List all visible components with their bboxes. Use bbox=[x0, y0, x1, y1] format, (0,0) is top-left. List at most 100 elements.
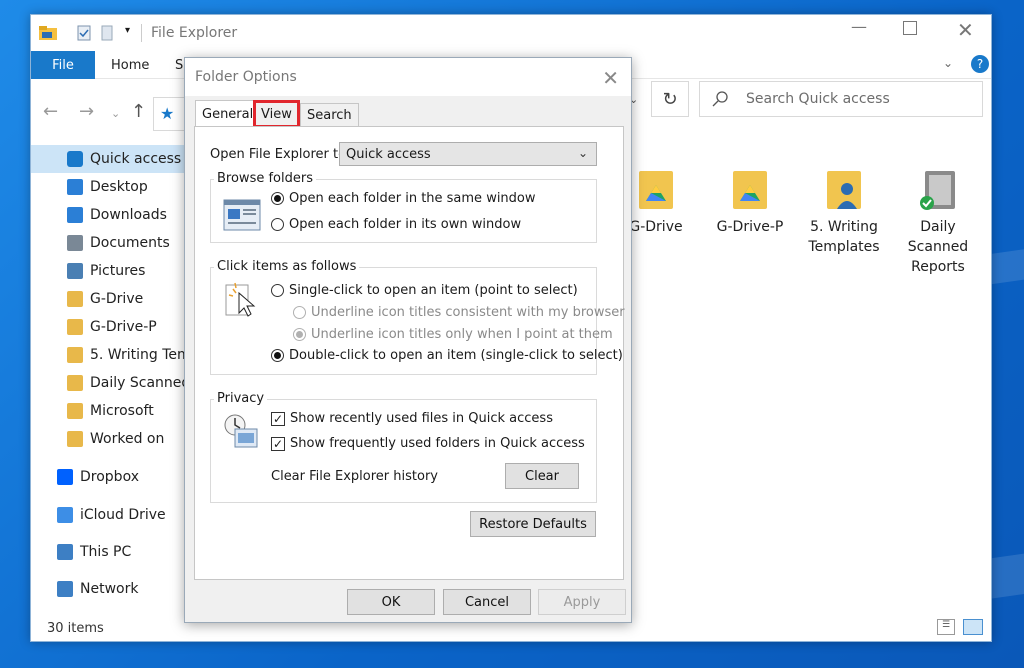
computer-icon bbox=[57, 544, 73, 560]
customize-toolbar-icon[interactable]: ▾ bbox=[125, 25, 130, 36]
sidebar-item-network[interactable]: Network bbox=[31, 575, 186, 603]
sidebar-item-worked-on[interactable]: Worked on bbox=[31, 425, 186, 453]
radio-double-click[interactable]: Double-click to open an item (single-cli… bbox=[271, 348, 623, 363]
browse-folders-label: Browse folders bbox=[214, 171, 316, 186]
sidebar-item-dropbox[interactable]: Dropbox bbox=[31, 463, 186, 491]
large-icons-view-icon[interactable] bbox=[963, 619, 983, 635]
radio-underline-point[interactable]: Underline icon titles only when I point … bbox=[293, 327, 613, 342]
search-box[interactable]: Search Quick access bbox=[699, 81, 983, 117]
desktop-icon bbox=[67, 179, 83, 195]
forward-arrow-icon[interactable]: → bbox=[79, 101, 94, 122]
sidebar-item-label: Downloads bbox=[90, 207, 167, 223]
content-item-writing-templates[interactable]: 5. Writing Templates bbox=[799, 167, 889, 257]
picture-icon bbox=[67, 263, 83, 279]
tab-general[interactable]: General bbox=[195, 100, 261, 127]
folder-icon bbox=[67, 431, 83, 447]
radio-label: Open each folder in its own window bbox=[289, 217, 522, 232]
sidebar-item-documents[interactable]: Documents bbox=[31, 229, 186, 257]
up-arrow-icon[interactable]: ↑ bbox=[131, 101, 146, 122]
synced-folder-icon bbox=[67, 375, 83, 391]
title-bar: ▾ File Explorer — ✕ bbox=[31, 15, 991, 51]
content-item-label: Daily Scanned Reports bbox=[907, 219, 969, 275]
sidebar-item-daily-scanned-r[interactable]: Daily Scanned R bbox=[31, 369, 186, 397]
sidebar-item-desktop[interactable]: Desktop bbox=[31, 173, 186, 201]
user-folder-icon bbox=[67, 347, 83, 363]
window-icon bbox=[223, 199, 261, 231]
folder-options-dialog: Folder Options ✕ General View Search Ope… bbox=[184, 57, 632, 623]
details-view-icon[interactable]: ☰ bbox=[937, 619, 955, 635]
tab-home[interactable]: Home bbox=[111, 51, 149, 79]
open-explorer-dropdown[interactable]: Quick access ⌄ bbox=[339, 142, 597, 166]
radio-label: Double-click to open an item (single-cli… bbox=[289, 348, 623, 363]
content-item-label: 5. Writing Templates bbox=[808, 219, 880, 255]
radio-label: Underline icon titles consistent with my… bbox=[311, 305, 625, 320]
radio-label: Single-click to open an item (point to s… bbox=[289, 283, 578, 298]
sidebar-item-g-drive-p[interactable]: G-Drive-P bbox=[31, 313, 186, 341]
chevron-down-icon: ⌄ bbox=[577, 146, 588, 160]
gdrive-folder-icon bbox=[637, 167, 675, 211]
pointer-icon bbox=[225, 282, 256, 317]
content-item-label: G-Drive bbox=[629, 219, 683, 235]
general-tab-panel: Open File Explorer to: Quick access ⌄ Br… bbox=[194, 126, 625, 580]
back-arrow-icon[interactable]: ← bbox=[43, 101, 58, 122]
maximize-button[interactable] bbox=[903, 21, 917, 35]
help-icon[interactable]: ? bbox=[971, 55, 989, 73]
restore-defaults-button[interactable]: Restore Defaults bbox=[470, 511, 596, 537]
tab-view[interactable]: View bbox=[253, 100, 300, 128]
new-folder-icon[interactable] bbox=[101, 25, 113, 41]
star-icon: ★ bbox=[160, 104, 175, 123]
sidebar-item-g-drive[interactable]: G-Drive bbox=[31, 285, 186, 313]
sidebar-item-label: iCloud Drive bbox=[80, 507, 166, 523]
clear-history-label: Clear File Explorer history bbox=[271, 469, 438, 484]
radio-same-window[interactable]: Open each folder in the same window bbox=[271, 191, 536, 206]
refresh-button[interactable]: ↻ bbox=[651, 81, 689, 117]
checkbox-frequent-folders[interactable]: ✓ Show frequently used folders in Quick a… bbox=[271, 436, 585, 451]
sidebar-item-downloads[interactable]: Downloads bbox=[31, 201, 186, 229]
privacy-label: Privacy bbox=[214, 391, 268, 406]
radio-single-click[interactable]: Single-click to open an item (point to s… bbox=[271, 283, 578, 298]
clear-button[interactable]: Clear bbox=[505, 463, 579, 489]
content-item-daily-scanned-reports[interactable]: Daily Scanned Reports bbox=[893, 167, 983, 277]
checkbox-label: Show recently used files in Quick access bbox=[290, 411, 553, 426]
tab-file[interactable]: File bbox=[31, 51, 95, 79]
sidebar-item-icloud-drive[interactable]: iCloud Drive bbox=[31, 501, 186, 529]
cancel-button[interactable]: Cancel bbox=[443, 589, 531, 615]
sidebar-item-label: Pictures bbox=[90, 263, 146, 279]
dialog-title: Folder Options bbox=[195, 69, 297, 85]
recent-files-icon bbox=[224, 414, 258, 448]
document-icon bbox=[67, 235, 83, 251]
open-explorer-label: Open File Explorer to: bbox=[210, 147, 351, 162]
expand-ribbon-icon[interactable]: ⌄ bbox=[943, 56, 953, 70]
properties-icon[interactable] bbox=[77, 25, 91, 41]
sidebar-item-label: Desktop bbox=[90, 179, 148, 195]
sidebar-item-quick-access[interactable]: Quick access bbox=[31, 145, 186, 173]
sidebar-item-label: 5. Writing Temp bbox=[90, 347, 186, 363]
minimize-button[interactable]: — bbox=[851, 17, 867, 36]
content-item-g-drive-p[interactable]: G-Drive-P bbox=[705, 167, 795, 237]
apply-button[interactable]: Apply bbox=[538, 589, 626, 615]
network-icon bbox=[57, 581, 73, 597]
dialog-close-button[interactable]: ✕ bbox=[602, 66, 619, 90]
radio-underline-browser[interactable]: Underline icon titles consistent with my… bbox=[293, 305, 625, 320]
sidebar-item-this-pc[interactable]: This PC bbox=[31, 538, 186, 566]
sidebar-item-label: Daily Scanned R bbox=[90, 375, 186, 391]
browse-folders-group bbox=[210, 179, 597, 243]
sidebar-item-label: Documents bbox=[90, 235, 170, 251]
close-button[interactable]: ✕ bbox=[957, 18, 974, 42]
status-bar-count: 30 items bbox=[47, 621, 104, 636]
tab-search[interactable]: Search bbox=[300, 103, 359, 126]
search-icon bbox=[712, 91, 728, 107]
sidebar-item-microsoft[interactable]: Microsoft bbox=[31, 397, 186, 425]
checkbox-recent-files[interactable]: ✓ Show recently used files in Quick acces… bbox=[271, 411, 553, 426]
gdrive-folder-icon bbox=[67, 291, 83, 307]
ok-button[interactable]: OK bbox=[347, 589, 435, 615]
user-folder-icon bbox=[67, 403, 83, 419]
search-placeholder: Search Quick access bbox=[746, 91, 890, 107]
sidebar-item-5-writing-temp[interactable]: 5. Writing Temp bbox=[31, 341, 186, 369]
star-icon bbox=[67, 151, 83, 167]
sidebar-item-label: G-Drive bbox=[90, 291, 144, 307]
address-bar[interactable]: ★ bbox=[153, 97, 185, 131]
sidebar-item-pictures[interactable]: Pictures bbox=[31, 257, 186, 285]
recent-locations-icon[interactable]: ⌄ bbox=[111, 107, 120, 120]
radio-own-window[interactable]: Open each folder in its own window bbox=[271, 217, 521, 232]
